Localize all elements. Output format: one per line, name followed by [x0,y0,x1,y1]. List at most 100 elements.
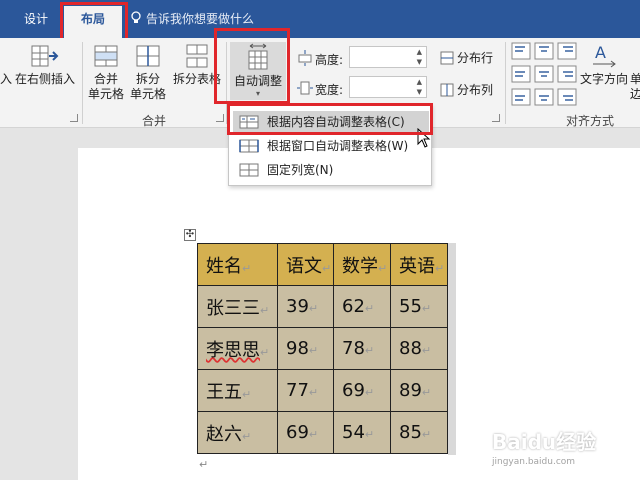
distribute-rows-button[interactable]: 分布行 [440,49,493,66]
alignment-group-label: 对齐方式 [566,114,615,128]
cell-end-mark: ↵ [364,302,375,315]
table-cell[interactable]: 张三三↵ [197,285,278,328]
table-row: 赵六↵ 69↵ 54↵ 85↵ [197,411,448,454]
tell-me-text: 告诉我你想要做什么 [146,12,255,26]
row-height-icon [298,50,312,66]
cell-end-mark: ↵ [421,386,432,399]
ribbon-tab-bar: 设计 布局 告诉我你想要做什么 [0,0,640,38]
alignment-grid [511,42,577,106]
table-cell[interactable]: 85↵ [390,411,448,454]
table-cell[interactable]: 赵六↵ [197,411,278,454]
split-cells-button[interactable]: 拆分 单元格 [128,42,168,102]
lightbulb-icon [131,11,141,23]
table-cell[interactable]: 62↵ [333,285,391,328]
merge-cells-icon [94,45,118,67]
height-label: 高度: [315,53,344,67]
split-table-icon [186,44,208,68]
table-cell[interactable]: 78↵ [333,327,391,370]
baidu-watermark: Baidu经验 jingyan.baidu.com [492,430,597,467]
svg-text:A: A [595,43,606,62]
table-cell[interactable]: 语文↵ [277,243,334,286]
cell-end-mark: ↵ [308,428,319,441]
table-cell[interactable]: 69↵ [277,411,334,454]
distribute-columns-icon [440,83,454,97]
table-cell[interactable]: 李思思↵ [197,327,278,370]
cell-end-mark: ↵ [242,429,252,443]
merge-launcher-icon[interactable] [216,114,224,122]
table-cell[interactable]: 姓名↵ [197,243,278,286]
cell-end-mark: ↵ [322,261,332,275]
distribute-columns-button[interactable]: 分布列 [440,81,493,98]
column-width-icon [297,81,313,95]
merge-cells-button[interactable]: 合并 单元格 [86,42,126,102]
height-spinbox[interactable]: ▲ ▼ [349,46,427,68]
menu-item-autofit-contents[interactable]: 根据内容自动调整表格(C) [233,111,429,133]
width-spinbox[interactable]: ▲ ▼ [349,76,427,98]
cell-end-mark: ↵ [421,428,432,441]
cell-end-mark: ↵ [260,303,270,317]
table-cell[interactable]: 89↵ [390,369,448,412]
split-cells-icon [136,45,160,67]
insert-left-button[interactable]: 入 [0,42,12,87]
paragraph-mark: ↵ [199,458,209,471]
cell-end-mark: ↵ [364,344,375,357]
split-table-button[interactable]: 拆分表格 [170,42,224,87]
merge-group-label: 合并 [142,114,167,128]
cell-end-mark: ↵ [364,386,375,399]
cell-end-mark: ↵ [435,261,445,275]
insert-right-button[interactable]: 在右侧插入 [14,42,76,87]
mouse-cursor-icon [417,128,431,148]
insert-right-icon [31,45,59,67]
tab-layout[interactable]: 布局 [64,6,122,38]
table-cell[interactable]: 39↵ [277,285,334,328]
cell-end-mark: ↵ [308,386,319,399]
cell-end-mark: ↵ [260,345,270,359]
table-move-handle-icon[interactable]: ✣ [184,229,196,241]
autofit-dropdown-menu: 根据内容自动调整表格(C) 根据窗口自动调整表格(W) 固定列宽(N) [228,104,432,186]
table-header-row: 姓名↵ 语文↵ 数学↵ 英语↵ [197,243,448,286]
table-cell[interactable]: 王五↵ [197,369,278,412]
cell-end-mark: ↵ [378,261,388,275]
table-row: 王五↵ 77↵ 69↵ 89↵ [197,369,448,412]
ribbon-separator [82,42,83,124]
table-cell[interactable]: 98↵ [277,327,334,370]
tell-me-search[interactable]: 告诉我你想要做什么 [130,0,254,38]
cell-size-launcher-icon[interactable] [492,114,500,122]
table-row: 张三三↵ 39↵ 62↵ 55↵ [197,285,448,328]
table-cell[interactable]: 54↵ [333,411,391,454]
autofit-contents-icon [239,115,259,129]
table-cell[interactable]: 数学↵ [333,243,391,286]
menu-item-autofit-window[interactable]: 根据窗口自动调整表格(W) [233,135,429,157]
width-label: 宽度: [315,83,344,97]
table-cell[interactable]: 55↵ [390,285,448,328]
table-cell[interactable]: 88↵ [390,327,448,370]
table-cell[interactable]: 69↵ [333,369,391,412]
cell-end-mark: ↵ [242,387,252,401]
cell-end-mark: ↵ [421,344,432,357]
table-cell[interactable]: 英语↵ [390,243,448,286]
tab-design[interactable]: 设计 [14,0,58,38]
fixed-column-width-icon [239,163,259,177]
cell-end-mark: ↵ [308,344,319,357]
cell-end-mark: ↵ [308,302,319,315]
menu-item-fixed-column-width[interactable]: 固定列宽(N) [233,159,429,181]
score-table[interactable]: 姓名↵ 语文↵ 数学↵ 英语↵ 张三三↵ 39↵ 62↵ 55↵ 李思思↵ 98… [197,243,448,454]
table-cell[interactable]: 77↵ [277,369,334,412]
autofit-window-icon [239,139,259,153]
cell-end-mark: ↵ [364,428,375,441]
alignment-buttons-icon[interactable] [511,42,577,106]
cell-end-mark: ↵ [421,302,432,315]
text-direction-button[interactable]: A 文字方向 [578,42,630,87]
distribute-rows-icon [440,51,454,65]
ribbon-separator [505,42,506,124]
autofit-chevron-down-icon: ▾ [255,89,260,98]
cell-margins-button[interactable]: 单边 [630,42,640,102]
cell-end-mark: ↵ [242,261,252,275]
ribbon-separator [226,42,227,124]
autofit-button[interactable]: 自动调整 ▾ [230,42,286,100]
table-row-end-column [448,243,456,455]
autofit-icon [248,43,268,70]
text-direction-icon: A [593,43,616,68]
table-row: 李思思↵ 98↵ 78↵ 88↵ [197,327,448,370]
rows-columns-launcher-icon[interactable] [70,114,78,122]
